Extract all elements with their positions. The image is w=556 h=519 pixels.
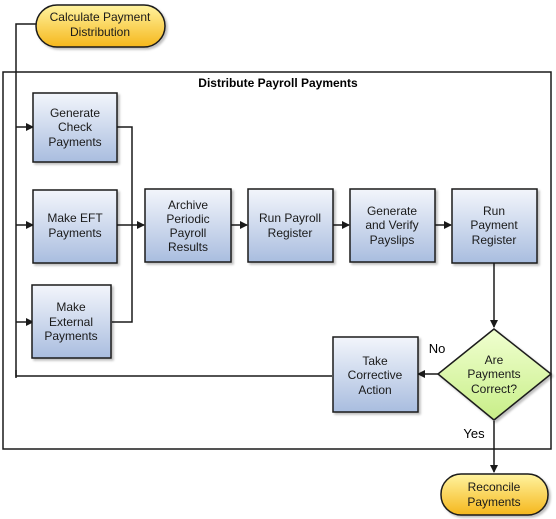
node-generate-verify-payslips[interactable]: Generate and Verify Payslips [349,188,436,263]
node-line: Payments [48,135,101,149]
node-line: Periodic [166,212,209,226]
node-line: External [49,315,93,329]
node-reconcile-payments[interactable]: Reconcile Payments [440,473,549,516]
edge-label-yes: Yes [463,426,485,441]
node-line: Payments [44,329,97,343]
node-line: Run [483,204,505,218]
node-line: Calculate Payment [50,10,151,24]
node-make-eft-payments[interactable]: Make EFT Payments [32,189,118,264]
node-line: Register [472,233,517,247]
node-line: Payments [467,495,520,509]
node-line: Archive [168,198,208,212]
node-line: Check [58,120,93,134]
node-calculate-payment-distribution[interactable]: Calculate Payment Distribution [35,4,166,48]
node-run-payment-register[interactable]: Run Payment Register [451,188,538,264]
node-line: Take [362,354,388,368]
node-line: Correct? [471,382,517,396]
node-take-corrective-action[interactable]: Take Corrective Action [332,336,419,413]
node-line: Corrective [348,368,403,382]
node-line: Distribution [70,25,130,39]
node-run-payroll-register[interactable]: Run Payroll Register [247,188,334,263]
node-line: Run Payroll [259,211,321,225]
node-line: and Verify [365,218,418,232]
flowchart: Distribute Payroll Payments No Yes Calcu… [2,4,553,516]
container-title: Distribute Payroll Payments [198,76,358,90]
node-line: Payroll [170,226,207,240]
node-line: Reconcile [468,480,521,494]
node-line: Register [268,226,313,240]
node-line: Payslips [370,233,415,247]
node-line: Generate [50,106,100,120]
node-decision-payments-correct[interactable]: Are Payments Correct? [436,328,553,421]
node-line: Payments [467,367,520,381]
node-line: Payments [48,226,101,240]
node-line: Results [168,240,208,254]
edge-corrective-loop [15,370,332,377]
node-line: Generate [367,204,417,218]
node-line: Action [358,383,391,397]
node-make-external-payments[interactable]: Make External Payments [31,284,112,359]
node-line: Are [485,353,504,367]
node-archive-periodic-payroll-results[interactable]: Archive Periodic Payroll Results [144,188,232,263]
edge-label-no: No [429,341,446,356]
node-line: Make EFT [47,211,103,225]
node-line: Payment [470,218,518,232]
node-generate-check-payments[interactable]: Generate Check Payments [32,92,118,163]
node-line: Make [56,300,86,314]
